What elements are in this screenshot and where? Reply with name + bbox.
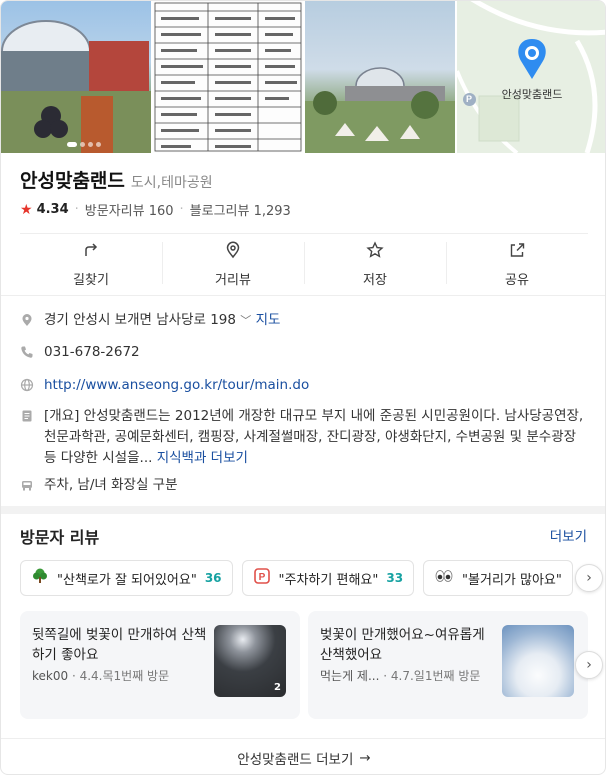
review-chip[interactable]: P "주차하기 편해요" 33 xyxy=(241,560,415,596)
photo-park-view[interactable] xyxy=(305,1,455,153)
phone-icon xyxy=(20,345,34,366)
directions-button[interactable]: 길찾기 xyxy=(20,234,162,295)
address-row: 경기 안성시 보개면 남사당로 198 ﹀ 지도 xyxy=(20,310,590,334)
chip-count: 33 xyxy=(386,571,404,585)
review-text: 뒷쪽길에 벚꽃이 만개하여 산책하기 좋아요 xyxy=(32,627,207,663)
map-pin-label: 안성맞춤랜드 xyxy=(501,88,563,101)
separator-dot: · xyxy=(383,669,391,683)
place-name[interactable]: 안성맞춤랜드 xyxy=(20,166,125,193)
address-text: 경기 안성시 보개면 남사당로 198 xyxy=(44,312,236,328)
review-keyword-chips: "산책로가 잘 되어있어요" 36 P "주차하기 편해요" 33 "볼거리가 … xyxy=(20,560,588,596)
review-text: 벚꽃이 만개했어요~여유롭게 산책했어요 xyxy=(320,627,485,663)
globe-icon xyxy=(20,378,34,399)
description-row: [개요] 안성맞춤랜드는 2012년에 개장한 대규모 부지 내에 준공된 시민… xyxy=(20,406,590,469)
document-table-image xyxy=(152,1,303,153)
review-card[interactable]: 벚꽃이 만개했어요~여유롭게 산책했어요 먹는게 제... · 4.7.일1번째… xyxy=(308,611,588,719)
photo-count-badge: 2 xyxy=(274,682,281,693)
chevron-down-icon[interactable]: ﹀ xyxy=(240,314,251,327)
street-view-icon xyxy=(224,241,242,263)
review-chip[interactable]: "볼거리가 많아요" xyxy=(423,560,573,596)
amenities-text: 주차, 남/녀 화장실 구분 xyxy=(44,477,178,493)
chip-text: "산책로가 잘 되어있어요" xyxy=(57,572,197,588)
separator-dot: · xyxy=(179,202,184,217)
share-icon xyxy=(508,241,526,263)
rating-row: ★ 4.34 · 방문자리뷰 160 · 블로그리뷰 1,293 xyxy=(20,200,291,220)
arrow-right-icon: → xyxy=(359,749,371,766)
action-bar: 길찾기 거리뷰 저장 공유 xyxy=(20,233,588,295)
review-meta: kek00 · 4.4.목1번째 방문 xyxy=(32,667,212,684)
review-visit-info: 4.7.일1번째 방문 xyxy=(390,669,481,683)
chip-count: 36 xyxy=(204,571,222,585)
star-icon xyxy=(366,241,384,263)
map-link[interactable]: 지도 xyxy=(256,312,281,328)
place-more-label: 안성맞춤랜드 더보기 xyxy=(237,751,354,768)
encyclopedia-more-link[interactable]: 지식백과 더보기 xyxy=(157,450,248,466)
review-visit-info: 4.4.목1번째 방문 xyxy=(79,669,170,683)
photo-park-view-image xyxy=(305,67,455,153)
section-divider xyxy=(1,506,605,514)
review-user: kek00 xyxy=(32,669,69,683)
title-row: 안성맞춤랜드 도시,테마공원 xyxy=(20,166,213,193)
place-more-button[interactable]: 안성맞춤랜드 더보기 → xyxy=(1,738,605,774)
street-view-button[interactable]: 거리뷰 xyxy=(162,234,304,295)
photo-pager-dots xyxy=(67,142,101,147)
document-icon xyxy=(20,409,34,469)
place-card: P 안성맞춤랜드 안성맞춤랜드 도시,테마공원 ★ 4.34 · 방문자리뷰 1… xyxy=(0,0,606,775)
photo-document-table[interactable] xyxy=(152,1,303,153)
parking-icon: P xyxy=(253,567,271,589)
place-category: 도시,테마공원 xyxy=(130,175,213,191)
website-row: http://www.anseong.go.kr/tour/main.do xyxy=(20,375,590,399)
photo-park-dome[interactable] xyxy=(1,1,151,153)
blog-reviews-link[interactable]: 블로그리뷰 1,293 xyxy=(190,200,291,219)
review-thumbnail[interactable]: 2 xyxy=(214,625,286,697)
photo-strip: P 안성맞춤랜드 xyxy=(1,1,605,153)
review-card[interactable]: 뒷쪽길에 벚꽃이 만개하여 산책하기 좋아요 kek00 · 4.4.목1번째 … xyxy=(20,611,300,719)
phone-number[interactable]: 031-678-2672 xyxy=(44,342,140,366)
visitor-reviews-link[interactable]: 방문자리뷰 160 xyxy=(85,200,174,219)
divider xyxy=(1,295,605,296)
directions-label: 길찾기 xyxy=(73,273,109,288)
separator-dot: · xyxy=(74,202,79,217)
svg-text:P: P xyxy=(258,572,265,583)
share-label: 공유 xyxy=(505,273,529,288)
share-button[interactable]: 공유 xyxy=(446,234,588,295)
chip-text: "주차하기 편해요" xyxy=(278,572,379,588)
visitor-reviews-title: 방문자 리뷰 xyxy=(20,528,100,547)
map-image xyxy=(456,1,605,153)
review-thumbnail[interactable] xyxy=(502,625,574,697)
amenities-row: 주차, 남/녀 화장실 구분 xyxy=(20,475,590,499)
save-label: 저장 xyxy=(363,273,387,288)
amenities-icon xyxy=(20,478,34,499)
rating-star-icon: ★ xyxy=(20,201,33,218)
save-button[interactable]: 저장 xyxy=(304,234,446,295)
review-user: 먹는게 제... xyxy=(320,669,380,683)
chips-next-arrow-icon[interactable]: › xyxy=(575,564,603,592)
tree-icon xyxy=(31,567,49,589)
chip-text: "볼거리가 많아요" xyxy=(462,572,562,588)
phone-row: 031-678-2672 xyxy=(20,342,590,366)
directions-icon xyxy=(82,241,100,263)
eyes-icon xyxy=(434,567,454,589)
rating-value: 4.34 xyxy=(36,202,69,217)
reviews-next-arrow-icon[interactable]: › xyxy=(575,651,603,679)
description-text: [개요] 안성맞춤랜드는 2012년에 개장한 대규모 부지 내에 준공된 시민… xyxy=(44,408,584,466)
mini-map[interactable]: P 안성맞춤랜드 xyxy=(456,1,605,153)
separator-dot: · xyxy=(71,669,80,683)
location-pin-icon xyxy=(20,313,34,334)
review-chip[interactable]: "산책로가 잘 되어있어요" 36 xyxy=(20,560,233,596)
photo-park-dome-image xyxy=(1,20,151,153)
review-meta: 먹는게 제... · 4.7.일1번째 방문 xyxy=(320,667,500,684)
street-view-label: 거리뷰 xyxy=(215,273,251,288)
website-link[interactable]: http://www.anseong.go.kr/tour/main.do xyxy=(44,375,309,399)
reviews-more-link[interactable]: 더보기 xyxy=(550,525,587,545)
review-cards: 뒷쪽길에 벚꽃이 만개하여 산책하기 좋아요 kek00 · 4.4.목1번째 … xyxy=(20,611,605,719)
